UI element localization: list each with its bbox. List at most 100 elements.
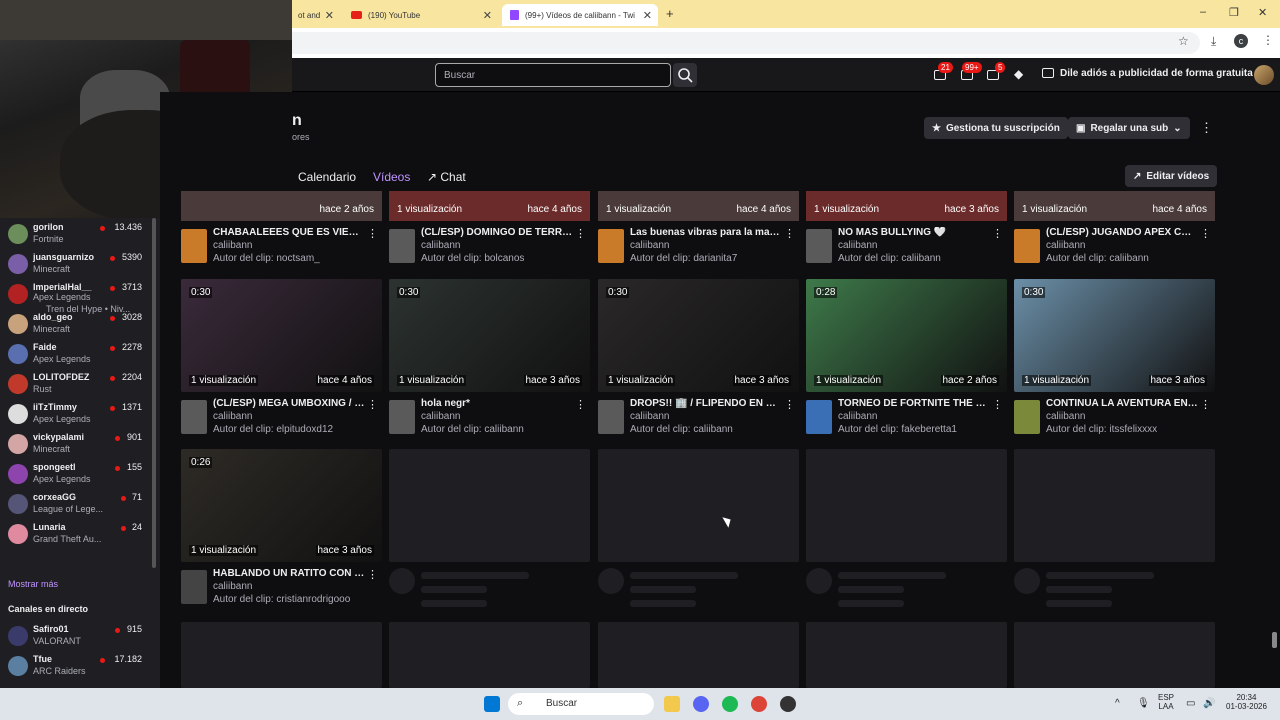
clip-channel[interactable]: caliibann <box>421 411 460 422</box>
bookmark-star-icon[interactable]: ☆ <box>1178 34 1189 48</box>
sidebar-channel-item[interactable]: corxeaGG League of Lege... 71 <box>0 490 150 520</box>
obs-icon[interactable] <box>780 696 796 712</box>
clip-thumbnail[interactable]: 0:30 1 visualización hace 3 años <box>389 279 590 392</box>
more-options-icon[interactable]: ⋮ <box>1200 120 1213 136</box>
network-icon[interactable]: ▭ <box>1186 698 1195 709</box>
clip-title[interactable]: Las buenas vibras para la mamit... <box>630 227 782 238</box>
clip-channel[interactable]: caliibann <box>630 411 669 422</box>
close-tab-icon[interactable]: ✕ <box>483 9 492 22</box>
clip-thumbnail[interactable]: 0:30 1 visualización hace 3 años <box>598 279 799 392</box>
sidebar-channel-item[interactable]: Faide Apex Legends 2278 <box>0 340 150 370</box>
minimize-button[interactable]: – <box>1200 6 1206 18</box>
user-avatar[interactable] <box>1254 65 1274 85</box>
clip-thumbnail[interactable]: 0:30 1 visualización hace 4 años <box>181 279 382 392</box>
more-options-icon[interactable]: ⋮ <box>992 398 1003 411</box>
sidebar-scrollbar[interactable] <box>152 218 156 568</box>
edit-videos-button[interactable]: ↗ Editar vídeos <box>1125 165 1218 187</box>
clip-thumbnail[interactable]: 0:30 1 visualización hace 3 años <box>1014 279 1215 392</box>
taskbar-search[interactable]: Buscar <box>508 693 654 715</box>
discord-icon[interactable] <box>693 696 709 712</box>
download-icon[interactable]: ⤓ <box>1211 34 1216 49</box>
browser-tab-active[interactable]: (99+) Vídeos de caliibann - Twi ✕ <box>502 4 658 26</box>
clock[interactable]: 20:34 01-03-2026 <box>1226 693 1267 711</box>
close-tab-icon[interactable]: ✕ <box>643 9 652 22</box>
clip-channel[interactable]: caliibann <box>421 240 460 251</box>
more-options-icon[interactable]: ⋮ <box>575 398 586 411</box>
tab-videos[interactable]: Vídeos <box>373 170 410 184</box>
game-box-art[interactable] <box>389 400 415 434</box>
clip-title[interactable]: (CL/ESP) JUGANDO APEX CON ... <box>1046 227 1198 238</box>
sidebar-channel-item[interactable]: juansguarnizo Minecraft 5390 <box>0 250 150 280</box>
ad-free-button[interactable]: Dile adiós a publicidad de forma gratuit… <box>1060 68 1253 79</box>
clip-title[interactable]: DROPS!! 🏢 / FLIPENDO EN CO... <box>630 398 782 409</box>
game-box-art[interactable] <box>389 229 415 263</box>
game-box-art[interactable] <box>806 400 832 434</box>
chrome-icon[interactable] <box>751 696 767 712</box>
sidebar-channel-item[interactable]: LOLITOFDEZ Rust 2204 <box>0 370 150 400</box>
manage-subscription-button[interactable]: ★ Gestiona tu suscripción <box>924 117 1068 139</box>
more-options-icon[interactable]: ⋮ <box>367 398 378 411</box>
sidebar-live-channel-item[interactable]: Safiro01 VALORANT 915 <box>0 622 150 652</box>
more-options-icon[interactable]: ⋮ <box>784 398 795 411</box>
browser-tab[interactable]: ot and ✕ <box>290 4 340 26</box>
clip-thumbnail[interactable]: 0:26 1 visualización hace 3 años <box>181 449 382 562</box>
game-box-art[interactable] <box>181 570 207 604</box>
maximize-button[interactable]: ❐ <box>1229 6 1239 19</box>
search-input[interactable]: Buscar <box>435 63 671 87</box>
more-options-icon[interactable]: ⋮ <box>1200 398 1211 411</box>
clip-title[interactable]: CONTINUA LA AVENTURA EN E... <box>1046 398 1198 409</box>
new-tab-button[interactable]: + <box>666 6 674 21</box>
sidebar-live-channel-item[interactable]: Tfue ARC Raiders 17.182 <box>0 652 150 682</box>
clip-channel[interactable]: caliibann <box>838 411 877 422</box>
clip-title[interactable]: hola negr* <box>421 398 573 409</box>
tab-calendario[interactable]: Calendario <box>298 170 356 184</box>
sidebar-channel-item[interactable]: aldo_geo Minecraft 3028 <box>0 310 150 340</box>
clip-channel[interactable]: caliibann <box>213 411 252 422</box>
page-scrollbar[interactable] <box>1272 632 1277 648</box>
clip-channel[interactable]: caliibann <box>838 240 877 251</box>
spotify-icon[interactable] <box>722 696 738 712</box>
more-options-icon[interactable]: ⋮ <box>992 227 1003 240</box>
browser-tab[interactable]: (190) YouTube ✕ <box>343 4 498 26</box>
more-options-icon[interactable]: ⋮ <box>784 227 795 240</box>
clip-thumbnail[interactable]: 1 visualización hace 4 años <box>389 191 590 221</box>
address-bar[interactable]: l <box>280 32 1200 54</box>
language-indicator[interactable]: ESP LAA <box>1158 693 1174 711</box>
sidebar-channel-item[interactable]: Lunaria Grand Theft Au... 24 <box>0 520 150 550</box>
clip-thumbnail[interactable]: hace 2 años <box>181 191 382 221</box>
clip-channel[interactable]: caliibann <box>213 581 252 592</box>
clip-thumbnail[interactable]: 1 visualización hace 3 años <box>806 191 1007 221</box>
more-options-icon[interactable]: ⋮ <box>575 227 586 240</box>
game-box-art[interactable] <box>1014 400 1040 434</box>
volume-icon[interactable]: 🔊 <box>1203 698 1215 709</box>
more-options-icon[interactable]: ⋮ <box>367 227 378 240</box>
windows-start-icon[interactable] <box>484 696 500 712</box>
game-box-art[interactable] <box>181 400 207 434</box>
clip-channel[interactable]: caliibann <box>1046 240 1085 251</box>
sidebar-channel-item[interactable]: iiTzTimmy Apex Legends 1371 <box>0 400 150 430</box>
clip-thumbnail[interactable]: 0:28 1 visualización hace 2 años <box>806 279 1007 392</box>
clip-thumbnail[interactable]: 1 visualización hace 4 años <box>598 191 799 221</box>
clip-title[interactable]: (CL/ESP) MEGA UMBOXING / ST... <box>213 398 365 409</box>
browser-menu-icon[interactable]: ⋮ <box>1262 33 1274 47</box>
sidebar-channel-item[interactable]: spongeetl Apex Legends 155 <box>0 460 150 490</box>
clip-title[interactable]: TORNEO DE FORTNITE THE LAS... <box>838 398 990 409</box>
profile-avatar[interactable]: c <box>1234 34 1248 48</box>
clip-title[interactable]: CHABAALEEES QUE ES VIERNE... <box>213 227 365 238</box>
clip-thumbnail[interactable]: 1 visualización hace 4 años <box>1014 191 1215 221</box>
clip-title[interactable]: HABLANDO UN RATITO CON US... <box>213 568 365 579</box>
more-options-icon[interactable]: ⋮ <box>1200 227 1211 240</box>
show-more-link[interactable]: Mostrar más <box>8 579 58 589</box>
clip-title[interactable]: (CL/ESP) DOMINGO DE TERROR... <box>421 227 573 238</box>
more-options-icon[interactable]: ⋮ <box>367 568 378 581</box>
sidebar-channel-item[interactable]: ImperialHal__ Apex Legends Tren del Hype •… <box>0 280 150 314</box>
gift-sub-button[interactable]: ▣ Regalar una sub ⌄ <box>1068 117 1190 139</box>
bits-icon[interactable]: ◆ <box>1014 67 1023 81</box>
file-explorer-icon[interactable] <box>664 696 680 712</box>
close-tab-icon[interactable]: ✕ <box>325 9 334 22</box>
game-box-art[interactable] <box>1014 229 1040 263</box>
game-box-art[interactable] <box>598 229 624 263</box>
clip-channel[interactable]: caliibann <box>630 240 669 251</box>
microphone-icon[interactable]: 🎙 <box>1137 698 1150 709</box>
clip-title[interactable]: NO MAS BULLYING 🤍 <box>838 227 990 238</box>
